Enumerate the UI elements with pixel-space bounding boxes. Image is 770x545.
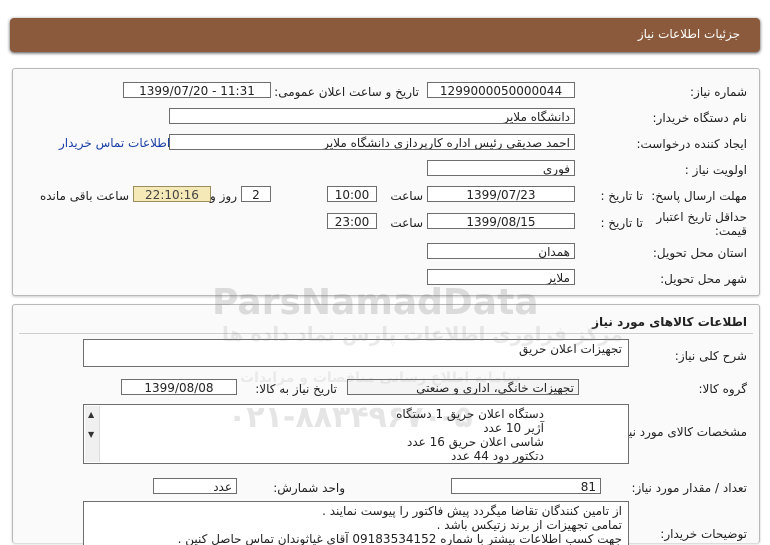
need-info-panel: شماره نیاز: 1299000050000044 تاریخ و ساع… xyxy=(12,68,760,296)
buyer-notes-field: از تامین کنندگان تقاضا میگردد پیش فاکتور… xyxy=(83,501,629,545)
days-label: روز و xyxy=(210,189,237,203)
specs-scrollbar[interactable]: ▲ ▼ xyxy=(85,406,100,462)
need-date-field: 1399/08/08 xyxy=(121,379,237,395)
list-item: آژیر 10 عدد xyxy=(483,421,544,435)
days-remaining-field: 2 xyxy=(241,186,271,202)
buyer-org-field: دانشگاه ملایر xyxy=(169,108,575,124)
validity-to-date-label: تا تاریخ : xyxy=(600,216,643,230)
deadline-label: مهلت ارسال پاسخ: xyxy=(651,189,747,203)
buyer-org-label: نام دستگاه خریدار: xyxy=(652,111,748,125)
requester-field: احمد صدیقی رئیس اداره کارپردازی دانشگاه … xyxy=(169,134,575,150)
scroll-up-icon[interactable]: ▲ xyxy=(88,408,94,422)
min-validity-label-line1: حداقل تاریخ اعتبار xyxy=(656,210,747,224)
scroll-down-icon[interactable]: ▼ xyxy=(88,428,94,442)
goods-group-label: گروه کالا: xyxy=(698,382,748,396)
province-field: همدان xyxy=(427,243,575,259)
min-validity-label-line2: قیمت: xyxy=(714,224,747,238)
need-date-label: تاریخ نیاز به کالا: xyxy=(255,382,337,396)
deadline-time-label: ساعت xyxy=(390,189,423,203)
goods-panel: اطلاعات کالاهای مورد نیاز شرح کلی نیاز: … xyxy=(12,304,760,545)
qty-field: 81 xyxy=(451,478,601,494)
validity-date-field: 1399/08/15 xyxy=(427,213,575,229)
note-line: از تامین کنندگان تقاضا میگردد پیش فاکتور… xyxy=(322,504,622,518)
validity-time-label: ساعت xyxy=(390,216,423,230)
general-desc-field: تجهیزات اعلان حریق xyxy=(83,339,629,367)
announce-datetime-label: تاریخ و ساعت اعلان عمومی: xyxy=(274,85,419,99)
note-line: جهت کسب اطلاعات بیشتر با شماره 091835341… xyxy=(177,532,622,545)
section-divider xyxy=(19,333,753,334)
need-number-label: شماره نیاز: xyxy=(690,85,747,99)
unit-label: واحد شمارش: xyxy=(273,481,345,495)
page-title: جزئیات اطلاعات نیاز xyxy=(637,27,740,41)
need-number-field: 1299000050000044 xyxy=(427,82,575,98)
note-line: تمامی تجهیزات از برند زتیکس باشد . xyxy=(436,518,622,532)
deadline-to-date-label: تا تاریخ : xyxy=(600,189,643,203)
buyer-contact-link[interactable]: اطلاعات تماس خریدار xyxy=(59,136,170,150)
province-label: استان محل تحویل: xyxy=(652,246,747,260)
announce-datetime-field: 1399/07/20 - 11:31 xyxy=(123,82,271,98)
list-item: دستگاه اعلان حریق 1 دستگاه xyxy=(396,407,544,421)
list-item: شاسی اعلان حریق 16 عدد xyxy=(407,435,544,449)
priority-field: فوری xyxy=(427,160,575,176)
qty-label: تعداد / مقدار مورد نیاز: xyxy=(631,481,747,495)
deadline-time-field: 10:00 xyxy=(327,186,377,202)
unit-field: عدد xyxy=(153,478,237,494)
city-label: شهر محل تحویل: xyxy=(660,272,747,286)
goods-section-title: اطلاعات کالاهای مورد نیاز xyxy=(592,315,747,329)
requester-label: ایجاد کننده درخواست: xyxy=(636,137,747,151)
city-field: ملایر xyxy=(427,269,575,285)
list-item: دتکتور دود 44 عدد xyxy=(451,449,544,463)
buyer-notes-label: توضیحات خریدار: xyxy=(660,527,747,541)
specs-listbox[interactable]: ▲ ▼ دستگاه اعلان حریق 1 دستگاه آژیر 10 ع… xyxy=(83,404,629,464)
validity-time-field: 23:00 xyxy=(327,213,377,229)
specs-label: مشخصات کالای مورد نیاز: xyxy=(615,425,747,439)
specs-items: دستگاه اعلان حریق 1 دستگاه آژیر 10 عدد ش… xyxy=(284,407,544,463)
deadline-date-field: 1399/07/23 xyxy=(427,186,575,202)
remaining-label: ساعت باقی مانده xyxy=(39,189,129,203)
page-header: جزئیات اطلاعات نیاز xyxy=(10,18,760,52)
goods-group-field: تجهیزات خانگی، اداری و صنعتی xyxy=(347,379,579,395)
priority-label: اولویت نیاز : xyxy=(684,163,747,177)
general-desc-label: شرح کلی نیاز: xyxy=(674,349,747,363)
remaining-time-field: 22:10:16 xyxy=(133,186,211,202)
